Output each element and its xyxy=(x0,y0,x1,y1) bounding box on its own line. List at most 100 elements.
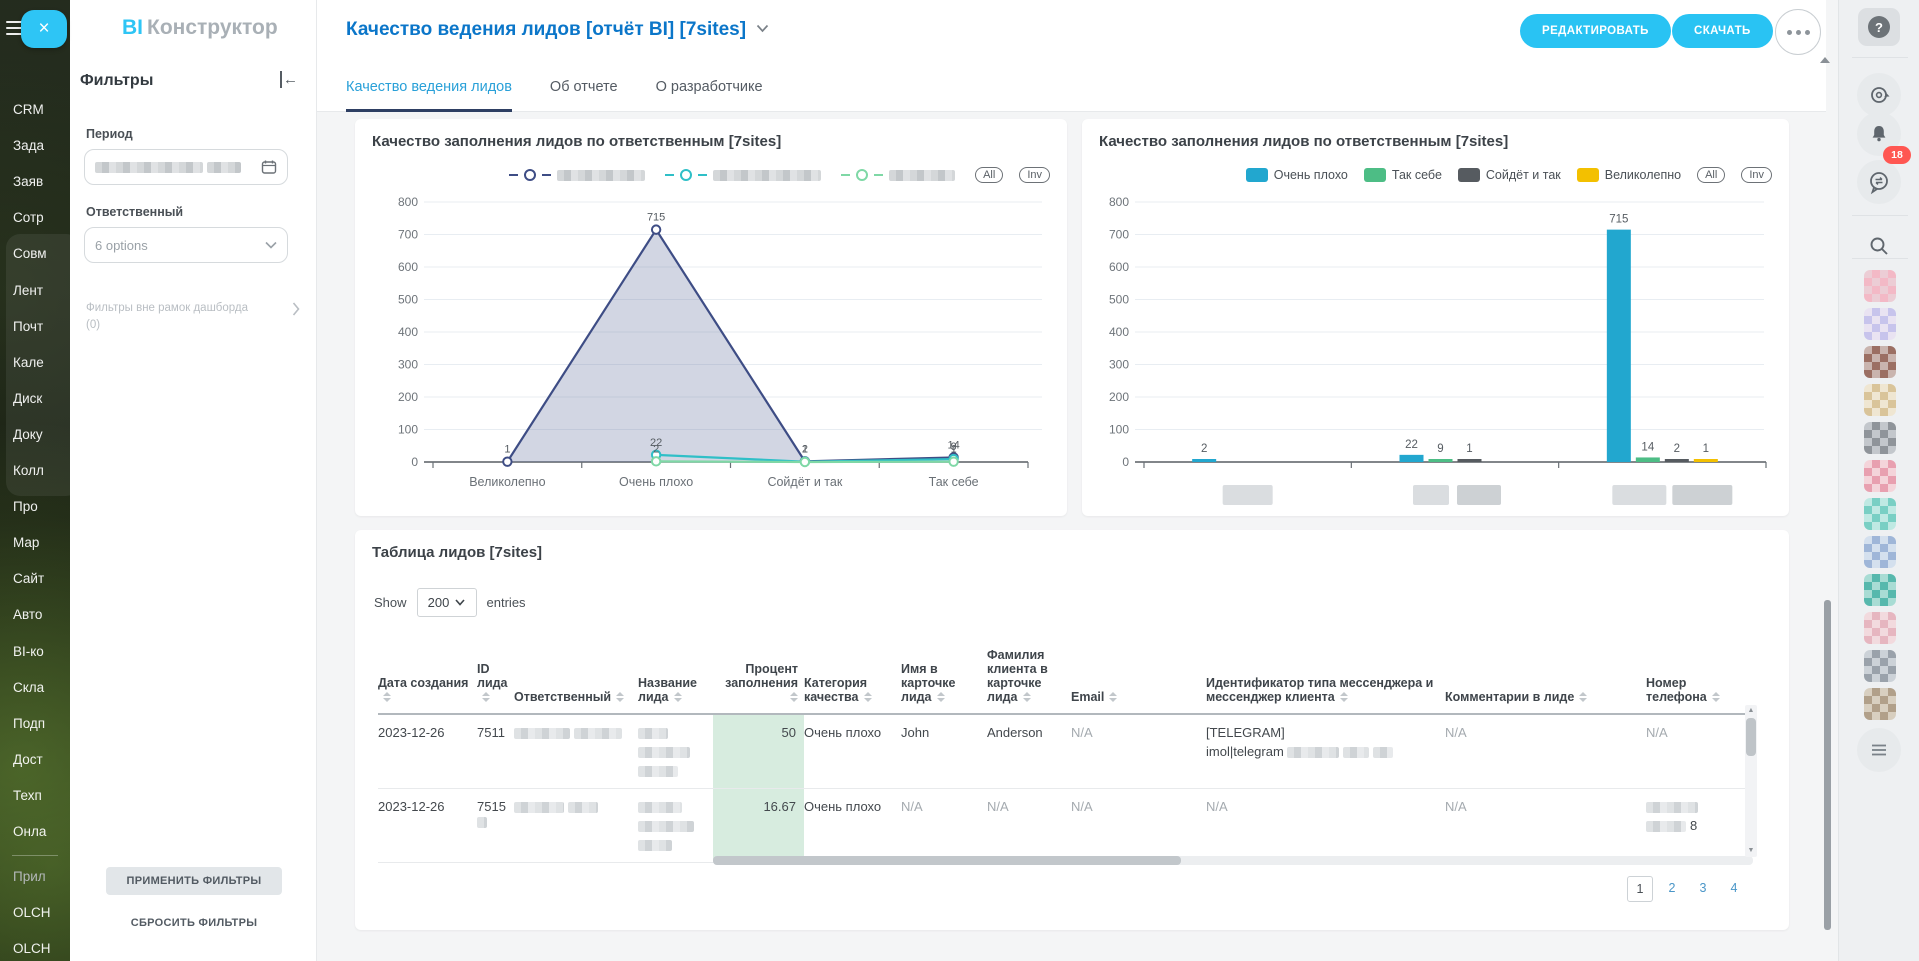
sidebar-item-17[interactable]: Скла xyxy=(13,680,44,695)
sidebar-item-7[interactable]: Почт xyxy=(13,319,43,334)
tab-1[interactable]: Качество ведения лидов xyxy=(346,62,512,111)
column-header-3[interactable]: Ответственный xyxy=(514,626,638,714)
sidebar-item-6[interactable]: Лент xyxy=(13,283,43,298)
outer-filters-link[interactable]: Фильтры вне рамок дашборда (0) xyxy=(86,300,298,334)
sidebar-item-4[interactable]: Сотр xyxy=(13,210,44,225)
sidebar-item-10[interactable]: Доку xyxy=(13,427,43,442)
updates-button[interactable] xyxy=(1857,73,1901,117)
redacted-text xyxy=(638,802,682,813)
sidebar-item-15[interactable]: Авто xyxy=(13,607,42,622)
legend-series-1[interactable] xyxy=(509,169,649,181)
avatar[interactable] xyxy=(1864,688,1896,720)
table-vertical-scrollbar[interactable]: ▲ ▼ xyxy=(1745,705,1757,857)
tab-3[interactable]: О разработчике xyxy=(656,62,763,111)
period-input[interactable] xyxy=(84,149,288,185)
apply-filters-button[interactable]: ПРИМЕНИТЬ ФИЛЬТРЫ xyxy=(106,867,282,895)
sidebar-item-21[interactable]: Онла xyxy=(13,824,46,839)
legend-button-all[interactable]: All xyxy=(1697,167,1725,183)
avatar[interactable] xyxy=(1864,650,1896,682)
svg-text:715: 715 xyxy=(647,212,665,224)
hscroll-thumb[interactable] xyxy=(713,856,1181,865)
avatar[interactable] xyxy=(1864,346,1896,378)
column-header-10[interactable]: Идентификатор типа мессенджера и мессенд… xyxy=(1206,626,1445,714)
column-header-6[interactable]: Категория качества xyxy=(804,626,901,714)
sidebar-item-12[interactable]: Про xyxy=(13,499,38,514)
avatar[interactable] xyxy=(1864,574,1896,606)
user-list-button[interactable] xyxy=(1857,728,1901,772)
sidebar-item-16[interactable]: BI-ко xyxy=(13,644,44,659)
avatar[interactable] xyxy=(1864,308,1896,340)
column-header-9[interactable]: Email xyxy=(1071,626,1206,714)
close-button[interactable]: × xyxy=(21,10,67,48)
sidebar-item-20[interactable]: Техп xyxy=(13,788,42,803)
sidebar-bottom-item-3[interactable]: OLCH xyxy=(13,941,51,956)
legend-series-2[interactable] xyxy=(665,169,825,181)
collapse-sidebar-icon[interactable]: ← xyxy=(280,71,298,88)
column-header-2[interactable]: ID лида xyxy=(477,626,514,714)
svg-text:300: 300 xyxy=(398,358,418,372)
chart-legend: Очень плохо Так себе Сойдёт и так Великолеп… xyxy=(1099,167,1772,183)
scroll-up-arrow[interactable]: ▲ xyxy=(1745,706,1757,716)
sidebar-bottom-item-2[interactable]: OLCH xyxy=(13,905,51,920)
column-header-7[interactable]: Имя в карточке лида xyxy=(901,626,987,714)
sidebar-item-5[interactable]: Совм xyxy=(13,246,47,261)
vscroll-thumb[interactable] xyxy=(1746,718,1756,756)
sidebar-item-11[interactable]: Колл xyxy=(13,463,44,478)
svg-text:Очень плохо: Очень плохо xyxy=(619,475,693,489)
sidebar-item-3[interactable]: Заяв xyxy=(13,174,43,189)
column-header-1[interactable]: Дата создания xyxy=(378,626,477,714)
page-size-select[interactable]: 200 xyxy=(417,588,477,617)
tab-2[interactable]: Об отчете xyxy=(550,62,618,111)
help-button[interactable]: ? xyxy=(1858,8,1900,46)
main-scrollbar-thumb[interactable] xyxy=(1824,600,1831,930)
column-header-4[interactable]: Название лида xyxy=(638,626,713,714)
sidebar-bottom-item-1[interactable]: Прил xyxy=(13,869,46,884)
sidebar-item-8[interactable]: Кале xyxy=(13,355,44,370)
page-button-3[interactable]: 3 xyxy=(1691,876,1715,900)
redacted-text xyxy=(477,817,487,828)
search-button[interactable] xyxy=(1857,224,1901,268)
table-horizontal-scrollbar[interactable] xyxy=(713,856,1753,865)
legend-series-1[interactable]: Очень плохо xyxy=(1246,168,1348,182)
page-button-4[interactable]: 4 xyxy=(1722,876,1746,900)
avatar[interactable] xyxy=(1864,498,1896,530)
sidebar-item-9[interactable]: Диск xyxy=(13,391,42,406)
avatar[interactable] xyxy=(1864,612,1896,644)
legend-button-inv[interactable]: Inv xyxy=(1741,167,1772,183)
avatar[interactable] xyxy=(1864,460,1896,492)
reset-filters-button[interactable]: СБРОСИТЬ ФИЛЬТРЫ xyxy=(106,913,282,933)
responsible-select[interactable]: 6 options xyxy=(84,227,288,263)
legend-series-3[interactable]: Сойдёт и так xyxy=(1458,168,1561,182)
main-scroll-up-arrow[interactable] xyxy=(1820,57,1830,63)
sidebar-item-14[interactable]: Сайт xyxy=(13,571,44,586)
avatar[interactable] xyxy=(1864,422,1896,454)
scroll-down-arrow[interactable]: ▼ xyxy=(1745,846,1757,856)
page-button-2[interactable]: 2 xyxy=(1660,876,1684,900)
edit-button[interactable]: РЕДАКТИРОВАТЬ xyxy=(1520,14,1671,48)
legend-series-3[interactable] xyxy=(841,169,959,181)
column-header-label: Фамилия клиента в карточке лида xyxy=(987,648,1048,704)
legend-series-2[interactable]: Так себе xyxy=(1364,168,1442,182)
legend-series-4[interactable]: Великолепно xyxy=(1577,168,1681,182)
column-header-5[interactable]: Процент заполнения xyxy=(713,626,804,714)
sidebar-item-13[interactable]: Мар xyxy=(13,535,39,550)
avatar[interactable] xyxy=(1864,536,1896,568)
sidebar-item-18[interactable]: Подп xyxy=(13,716,45,731)
avatar[interactable] xyxy=(1864,270,1896,302)
sidebar-item-19[interactable]: Дост xyxy=(13,752,43,767)
download-button[interactable]: СКАЧАТЬ xyxy=(1672,14,1773,48)
legend-button-all[interactable]: All xyxy=(975,167,1003,183)
redacted-text xyxy=(713,170,821,181)
sidebar-item-1[interactable]: CRM xyxy=(13,102,44,117)
chat-button[interactable] xyxy=(1857,160,1901,204)
column-header-11[interactable]: Комментарии в лиде xyxy=(1445,626,1646,714)
column-header-12[interactable]: Номер телефона xyxy=(1646,626,1748,714)
report-title[interactable]: Качество ведения лидов [отчёт BI] [7site… xyxy=(346,17,769,41)
avatar[interactable] xyxy=(1864,384,1896,416)
bi-constructor-logo[interactable]: BIКонструктор xyxy=(122,16,278,40)
more-options-button[interactable] xyxy=(1775,9,1821,55)
legend-button-inv[interactable]: Inv xyxy=(1019,167,1050,183)
column-header-8[interactable]: Фамилия клиента в карточке лида xyxy=(987,626,1071,714)
sidebar-item-2[interactable]: Зада xyxy=(13,138,44,153)
page-button-1[interactable]: 1 xyxy=(1627,876,1653,902)
